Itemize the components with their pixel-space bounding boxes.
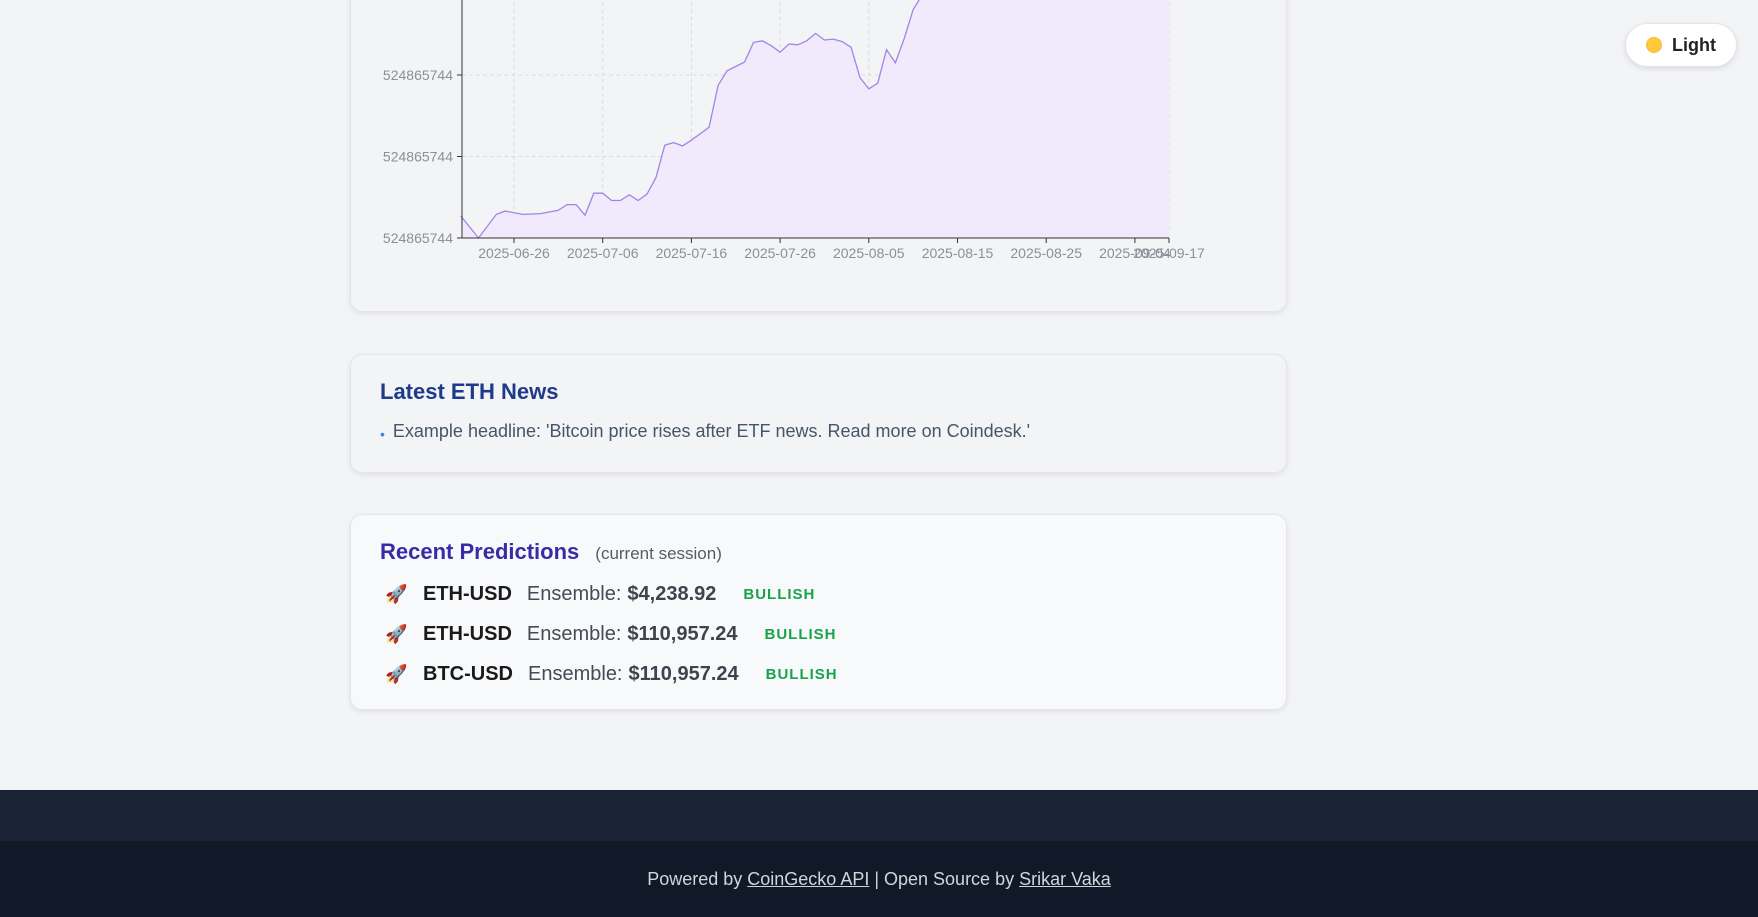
prediction-price: $110,957.24 — [628, 662, 739, 685]
theme-toggle-button[interactable]: Light — [1625, 23, 1737, 67]
news-card: Latest ETH News • Example headline: 'Bitc… — [350, 354, 1287, 473]
x-tick-label: 2025-08-25 — [1010, 245, 1082, 261]
footer: Powered by CoinGecko API | Open Source b… — [0, 841, 1758, 917]
x-tick-label: 2025-09-17 — [1133, 245, 1205, 261]
footer-prefix: Powered by — [647, 868, 748, 889]
prediction-symbol: ETH-USD — [423, 622, 512, 645]
price-area — [460, 0, 1169, 238]
x-tick-label: 2025-07-06 — [567, 245, 639, 261]
x-tick-label: 2025-06-26 — [478, 245, 550, 261]
footer-middle: | Open Source by — [869, 868, 1020, 889]
news-title: Latest ETH News — [380, 379, 559, 404]
y-tick-label: 524865744 — [383, 230, 453, 246]
coingecko-link[interactable]: CoinGecko API — [747, 869, 869, 890]
bullet-icon: • — [380, 426, 385, 442]
sentiment-badge: BULLISH — [743, 585, 816, 603]
predictions-header: Recent Predictions (current session) — [380, 539, 722, 565]
predictions-subtitle: (current session) — [595, 544, 722, 563]
x-tick-label: 2025-08-05 — [833, 245, 905, 261]
prediction-model-label: Ensemble: — [526, 582, 622, 605]
predictions-title: Recent Predictions — [380, 539, 580, 564]
x-tick-label: 2025-07-26 — [744, 245, 816, 261]
x-tick-label: 2025-07-16 — [656, 245, 728, 261]
rocket-icon: 🚀 — [385, 583, 408, 604]
news-item[interactable]: • Example headline: 'Bitcoin price rises … — [380, 421, 1030, 442]
sun-icon — [1646, 37, 1662, 53]
prediction-model-label: Ensemble: — [526, 622, 622, 645]
price-chart-card: 2025-06-26 2025-07-06 2025-07-16 2025-07-26… — [350, 0, 1287, 312]
news-headline: Example headline: 'Bitcoin price rises a… — [392, 421, 1031, 441]
prediction-symbol: BTC-USD — [423, 662, 513, 685]
author-link[interactable]: Srikar Vaka — [1019, 869, 1111, 890]
sentiment-badge: BULLISH — [765, 665, 838, 683]
prediction-row: 🚀 BTC-USD Ensemble: $110,957.24 BULLISH — [385, 660, 838, 688]
price-chart: 2025-06-26 2025-07-06 2025-07-16 2025-07-26… — [383, 0, 1205, 261]
prediction-price: $110,957.24 — [627, 622, 738, 645]
sentiment-badge: BULLISH — [764, 625, 837, 643]
prediction-symbol: ETH-USD — [423, 582, 512, 605]
predictions-card: Recent Predictions (current session) 🚀 ET… — [350, 514, 1287, 710]
y-tick-label: 524865744 — [383, 67, 453, 83]
prediction-row: 🚀 ETH-USD Ensemble: $4,238.92 BULLISH — [385, 580, 815, 608]
rocket-icon: 🚀 — [385, 663, 408, 684]
footer-band — [0, 790, 1758, 841]
prediction-model-label: Ensemble: — [528, 662, 623, 685]
prediction-row: 🚀 ETH-USD Ensemble: $110,957.24 BULLISH — [385, 620, 837, 648]
y-tick-label: 524865744 — [383, 149, 453, 165]
theme-toggle-label: Light — [1672, 34, 1716, 55]
prediction-price: $4,238.92 — [627, 582, 717, 605]
rocket-icon: 🚀 — [385, 623, 408, 644]
x-tick-label: 2025-08-15 — [922, 245, 994, 261]
